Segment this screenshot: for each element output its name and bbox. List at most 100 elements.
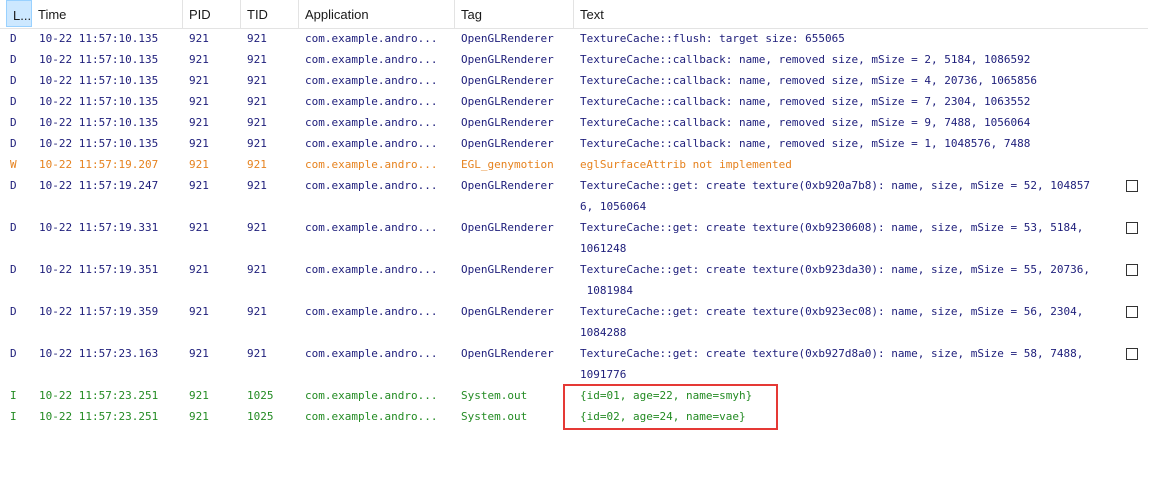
- column-header-text[interactable]: Text: [574, 0, 1148, 28]
- row-time: 10-22 11:57:10.135: [39, 116, 159, 129]
- row-application: com.example.andro...: [305, 53, 438, 66]
- row-level: D: [10, 137, 17, 150]
- row-time: 10-22 11:57:19.331: [39, 221, 159, 234]
- row-tag: EGL_genymotion: [461, 158, 554, 171]
- row-text-line: TextureCache::callback: name, removed si…: [580, 74, 1037, 87]
- row-tid: 1025: [247, 410, 274, 423]
- log-row[interactable]: D 10-22 11:57:19.359 921 921 com.example.and…: [0, 301, 1148, 343]
- row-application: com.example.andro...: [305, 32, 438, 45]
- row-application: com.example.andro...: [305, 347, 438, 360]
- row-tag: System.out: [461, 389, 528, 402]
- row-tag: OpenGLRenderer: [461, 74, 554, 87]
- log-row[interactable]: D 10-22 11:57:10.135 921 921 com.example.and…: [0, 49, 1148, 70]
- row-pid: 921: [189, 305, 209, 318]
- row-time: 10-22 11:57:23.163: [39, 347, 159, 360]
- row-time: 10-22 11:57:19.359: [39, 305, 159, 318]
- row-application: com.example.andro...: [305, 410, 438, 423]
- row-tid: 1025: [247, 389, 274, 402]
- row-time: 10-22 11:57:10.135: [39, 95, 159, 108]
- log-row[interactable]: D 10-22 11:57:23.163 921 921 com.example.and…: [0, 343, 1148, 385]
- log-row[interactable]: D 10-22 11:57:10.135 921 921 com.example.and…: [0, 70, 1148, 91]
- log-row[interactable]: D 10-22 11:57:19.351 921 921 com.example.and…: [0, 259, 1148, 301]
- wrap-indicator-icon: [1126, 306, 1138, 318]
- log-row[interactable]: D 10-22 11:57:10.135 921 921 com.example.and…: [0, 133, 1148, 154]
- row-time: 10-22 11:57:10.135: [39, 53, 159, 66]
- wrap-indicator-icon: [1126, 180, 1138, 192]
- row-tag: OpenGLRenderer: [461, 179, 554, 192]
- highlight-box: [563, 384, 778, 430]
- column-header-pid[interactable]: PID: [183, 0, 241, 28]
- row-tid: 921: [247, 32, 267, 45]
- column-header-tid[interactable]: TID: [241, 0, 299, 28]
- row-tid: 921: [247, 53, 267, 66]
- log-row[interactable]: D 10-22 11:57:10.135 921 921 com.example.and…: [0, 112, 1148, 133]
- column-header-tag[interactable]: Tag: [455, 0, 574, 28]
- log-row[interactable]: W 10-22 11:57:19.207 921 921 com.example.and…: [0, 154, 1148, 175]
- row-level: D: [10, 263, 17, 276]
- row-level: I: [10, 389, 17, 402]
- row-level: D: [10, 74, 17, 87]
- row-level: I: [10, 410, 17, 423]
- row-text-line: TextureCache::get: create texture(0xb923…: [580, 221, 1090, 234]
- row-pid: 921: [189, 389, 209, 402]
- row-tag: OpenGLRenderer: [461, 95, 554, 108]
- log-row[interactable]: D 10-22 11:57:10.135 921 921 com.example.and…: [0, 91, 1148, 112]
- column-header-level[interactable]: L...: [6, 0, 32, 27]
- row-text-line: TextureCache::get: create texture(0xb927…: [580, 347, 1090, 360]
- log-row[interactable]: D 10-22 11:57:19.247 921 921 com.example.and…: [0, 175, 1148, 217]
- row-time: 10-22 11:57:19.351: [39, 263, 159, 276]
- wrap-indicator-icon: [1126, 222, 1138, 234]
- row-tid: 921: [247, 263, 267, 276]
- row-text-line: TextureCache::get: create texture(0xb923…: [580, 263, 1090, 276]
- row-pid: 921: [189, 53, 209, 66]
- column-header-time[interactable]: Time: [32, 0, 183, 28]
- row-pid: 921: [189, 116, 209, 129]
- log-row[interactable]: D 10-22 11:57:10.135 921 921 com.example.and…: [0, 28, 1148, 49]
- row-tid: 921: [247, 116, 267, 129]
- row-time: 10-22 11:57:10.135: [39, 32, 159, 45]
- row-level: D: [10, 95, 17, 108]
- row-pid: 921: [189, 221, 209, 234]
- row-application: com.example.andro...: [305, 95, 438, 108]
- wrap-indicator-icon: [1126, 348, 1138, 360]
- row-tid: 921: [247, 347, 267, 360]
- row-time: 10-22 11:57:10.135: [39, 74, 159, 87]
- row-level: D: [10, 53, 17, 66]
- column-header-application[interactable]: Application: [299, 0, 455, 28]
- row-tag: OpenGLRenderer: [461, 347, 554, 360]
- row-text-line: TextureCache::callback: name, removed si…: [580, 116, 1031, 129]
- row-tid: 921: [247, 74, 267, 87]
- log-row[interactable]: D 10-22 11:57:19.331 921 921 com.example.and…: [0, 217, 1148, 259]
- row-application: com.example.andro...: [305, 158, 438, 171]
- row-tag: OpenGLRenderer: [461, 116, 554, 129]
- row-application: com.example.andro...: [305, 137, 438, 150]
- row-tag: OpenGLRenderer: [461, 137, 554, 150]
- row-text-line: TextureCache::get: create texture(0xb923…: [580, 305, 1090, 318]
- row-text-line: 1091776: [580, 368, 627, 381]
- row-level: D: [10, 221, 17, 234]
- row-tag: OpenGLRenderer: [461, 53, 554, 66]
- row-time: 10-22 11:57:23.251: [39, 410, 159, 423]
- row-tid: 921: [247, 158, 267, 171]
- row-application: com.example.andro...: [305, 389, 438, 402]
- row-text-line: TextureCache::callback: name, removed si…: [580, 53, 1031, 66]
- row-application: com.example.andro...: [305, 74, 438, 87]
- row-tid: 921: [247, 95, 267, 108]
- row-tid: 921: [247, 137, 267, 150]
- row-text-line: 6, 1056064: [580, 200, 647, 213]
- row-text-line: TextureCache::flush: target size: 655065: [580, 32, 845, 45]
- row-application: com.example.andro...: [305, 263, 438, 276]
- row-pid: 921: [189, 158, 209, 171]
- log-table-header: L... Time PID TID Application Tag Text: [0, 0, 1148, 29]
- row-tag: OpenGLRenderer: [461, 32, 554, 45]
- row-text-line: eglSurfaceAttrib not implemented: [580, 158, 792, 171]
- row-time: 10-22 11:57:23.251: [39, 389, 159, 402]
- row-pid: 921: [189, 32, 209, 45]
- row-level: D: [10, 305, 17, 318]
- row-time: 10-22 11:57:19.247: [39, 179, 159, 192]
- row-text-line: TextureCache::callback: name, removed si…: [580, 137, 1031, 150]
- row-application: com.example.andro...: [305, 221, 438, 234]
- row-time: 10-22 11:57:19.207: [39, 158, 159, 171]
- row-time: 10-22 11:57:10.135: [39, 137, 159, 150]
- row-pid: 921: [189, 410, 209, 423]
